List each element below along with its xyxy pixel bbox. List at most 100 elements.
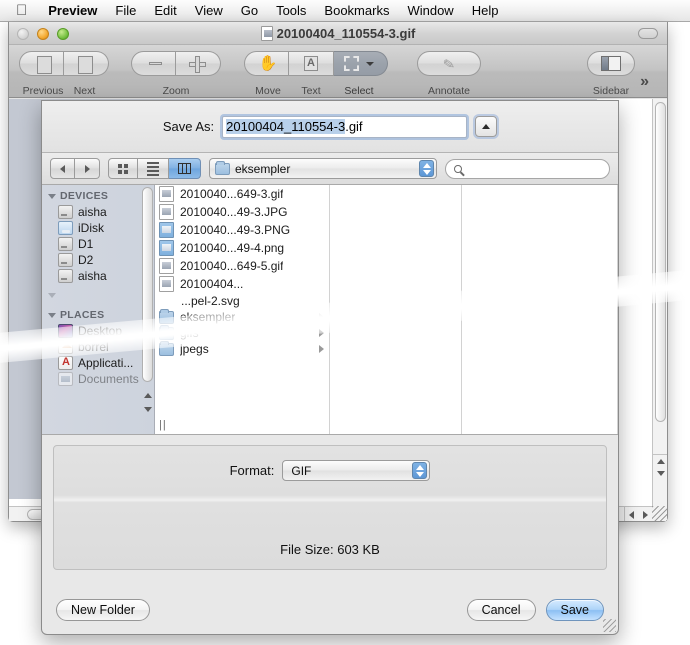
menu-item-file[interactable]: File (106, 1, 145, 21)
chevron-right-icon (319, 313, 324, 321)
sidebar-item-d1[interactable]: D1 (42, 236, 154, 252)
scroll-up-icon[interactable] (143, 392, 152, 398)
sidebar-item-desktop[interactable]: Desktop (42, 323, 154, 339)
vertical-scroll-thumb[interactable] (655, 102, 666, 422)
menu-item-edit[interactable]: Edit (145, 1, 185, 21)
disclosure-triangle-icon[interactable] (48, 293, 56, 298)
select-tool-button[interactable]: Select (334, 51, 388, 97)
cancel-button[interactable]: Cancel (466, 599, 536, 621)
filename-input[interactable]: 20100404_110554-3 .gif (222, 115, 468, 138)
home-icon (58, 340, 73, 354)
disclosure-triangle-icon[interactable] (48, 312, 56, 318)
menu-item-tools[interactable]: Tools (267, 1, 315, 21)
save-as-row: Save As: 20100404_110554-3 .gif (42, 101, 618, 153)
list-item[interactable]: 2010040...49-4.png (155, 239, 329, 257)
zoom-window-button[interactable] (57, 28, 69, 40)
idisk-icon (58, 221, 73, 235)
sidebar-section-devices[interactable]: DEVICES (42, 185, 154, 204)
format-label: Format: (229, 463, 275, 478)
apple-logo-icon[interactable]:  (16, 3, 27, 18)
list-item[interactable]: ...pel-2.svg (155, 293, 329, 309)
zoom-out-button[interactable] (131, 51, 176, 76)
column-view-button[interactable] (169, 158, 201, 179)
next-label: Next (73, 85, 96, 97)
sidebar-section-shared[interactable] (42, 284, 154, 300)
sidebar-item-aisha-2[interactable]: aisha (42, 268, 154, 284)
list-item[interactable]: 2010040...649-3.gif (155, 185, 329, 203)
list-view-button[interactable] (138, 158, 169, 179)
scroll-down-icon[interactable] (656, 471, 665, 477)
sidebar-scroll-thumb[interactable] (142, 187, 153, 382)
next-page-button[interactable]: Next (64, 51, 109, 97)
sidebar-section-places[interactable]: PLACES (42, 300, 154, 323)
search-input[interactable] (465, 161, 609, 176)
generic-image-file-icon (159, 186, 174, 202)
sidebar-scrollbar[interactable] (141, 185, 154, 434)
sidebar-item-aisha[interactable]: aisha (42, 204, 154, 220)
scroll-up-icon[interactable] (656, 458, 665, 464)
format-select[interactable]: GIF (282, 460, 431, 481)
close-button[interactable] (17, 28, 29, 40)
menu-item-view[interactable]: View (186, 1, 232, 21)
list-item[interactable]: gifs (155, 324, 329, 341)
minimize-button[interactable] (37, 28, 49, 40)
save-button[interactable]: Save (545, 599, 604, 621)
previous-page-button[interactable]: Previous (19, 51, 64, 97)
back-button[interactable] (50, 158, 75, 179)
current-folder-label: eksempler (235, 161, 291, 176)
current-folder-popup[interactable]: eksempler (209, 158, 437, 179)
text-tool-button[interactable]: A Text (289, 51, 334, 97)
vertical-scroll-steppers[interactable] (653, 454, 667, 480)
search-field[interactable] (445, 158, 610, 179)
window-resize-grip[interactable] (652, 506, 667, 521)
document-vertical-scrollbar[interactable] (652, 99, 667, 506)
sidebar-item-idisk[interactable]: iDisk (42, 220, 154, 236)
sidebar-item-borrel[interactable]: borrel (42, 339, 154, 355)
scroll-left-icon[interactable] (629, 510, 635, 519)
arrow-left-icon (60, 164, 65, 173)
collapse-browser-button[interactable] (475, 116, 498, 137)
annotate-button[interactable]: ✎ Annotate (417, 51, 481, 97)
list-item[interactable]: 20100404... (155, 275, 329, 293)
column-resize-grip[interactable]: | | (159, 419, 166, 431)
list-item[interactable]: 2010040...49-3.JPG (155, 203, 329, 221)
menu-item-help[interactable]: Help (463, 1, 508, 21)
menu-item-bookmarks[interactable]: Bookmarks (315, 1, 398, 21)
grid-view-icon (118, 163, 128, 174)
move-tool-button[interactable]: ✋ Move (244, 51, 289, 97)
folder-popup-stepper-icon[interactable] (419, 160, 434, 177)
sidebar-item-label: aisha (78, 205, 107, 219)
scroll-down-icon[interactable] (143, 406, 152, 412)
list-item[interactable]: eksempler (155, 308, 329, 325)
sheet-resize-grip[interactable] (603, 619, 616, 632)
disclosure-triangle-icon[interactable] (48, 193, 56, 199)
sidebar-item-applications[interactable]: Applicati... (42, 355, 154, 371)
desktop-icon (58, 324, 73, 338)
file-name: jpegs (180, 342, 209, 356)
menu-item-preview[interactable]: Preview (39, 1, 106, 21)
menu-item-go[interactable]: Go (232, 1, 267, 21)
sidebar-scroll-steppers[interactable] (141, 388, 154, 416)
list-item[interactable]: 2010040...49-3.PNG (155, 221, 329, 239)
sidebar-toggle-button[interactable]: Sidebar (587, 51, 635, 97)
chevron-down-icon[interactable] (366, 61, 374, 66)
zoom-in-button[interactable]: Zoom (163, 51, 221, 97)
new-folder-button[interactable]: New Folder (56, 599, 150, 621)
sidebar-item-documents[interactable]: Documents (42, 371, 154, 387)
list-item[interactable]: jpegs (155, 340, 329, 357)
select-label: Select (344, 85, 374, 97)
sidebar-item-d2[interactable]: D2 (42, 252, 154, 268)
format-stepper-icon[interactable] (412, 462, 428, 479)
toolbar-toggle-button[interactable] (638, 28, 658, 39)
menu-item-window[interactable]: Window (398, 1, 462, 21)
horizontal-scroll-steppers[interactable] (624, 507, 652, 521)
icon-view-button[interactable] (108, 158, 138, 179)
filename-extension-text: .gif (345, 119, 363, 134)
file-name: gifs (180, 326, 199, 340)
window-titlebar[interactable]: 20100404_110554-3.gif (9, 22, 667, 45)
toolbar-overflow-button[interactable]: » (640, 73, 649, 91)
scroll-right-icon[interactable] (642, 510, 648, 519)
sheet-footer: New Folder Cancel Save (42, 586, 618, 634)
list-item[interactable]: 2010040...649-5.gif (155, 257, 329, 275)
forward-button[interactable] (75, 158, 100, 179)
